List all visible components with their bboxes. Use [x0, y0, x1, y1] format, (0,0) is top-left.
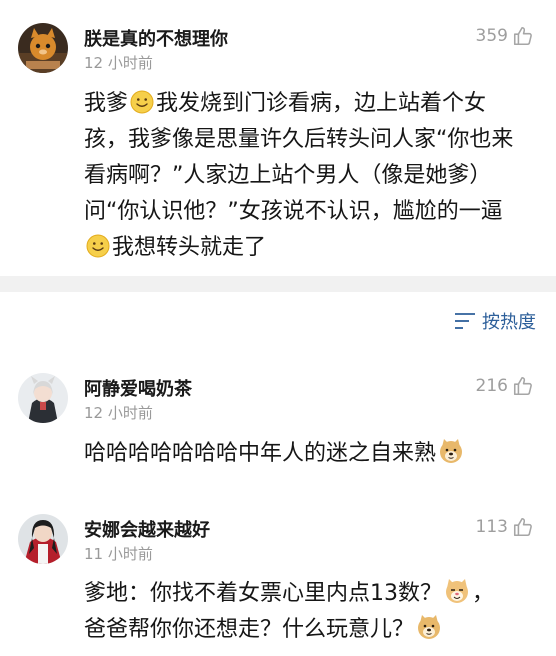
like-count: 359	[475, 26, 508, 46]
like-button[interactable]: 113	[476, 515, 534, 539]
reply-text: 爹地：你找不着女票心里内点13数？ ，爸爸帮你你还想走？什么玩意儿？	[84, 576, 534, 648]
username[interactable]: 阿静爱喝奶茶	[84, 375, 192, 401]
like-count: 216	[475, 376, 508, 396]
like-button[interactable]: 359	[476, 24, 534, 48]
reply-text-line: 爸爸帮你你还想走？什么玩意儿？	[84, 617, 415, 642]
comment-text: 我爹 我发烧到门诊看病，边上站着个女孩，我爹像是思量许久后转头问人家“你也来看病…	[84, 86, 530, 266]
timestamp: 11 小时前	[84, 545, 153, 563]
smile-emoji-icon	[130, 90, 154, 114]
smile-emoji-icon	[86, 234, 110, 258]
thumbs-up-icon[interactable]	[512, 375, 534, 397]
username[interactable]: 朕是真的不想理你	[84, 25, 228, 51]
section-divider	[0, 276, 556, 292]
like-count: 113	[475, 517, 508, 537]
comment-text-part: 我爹	[84, 91, 129, 116]
reply-text-content: 哈哈哈哈哈哈哈中年人的迷之自来熟	[84, 441, 437, 466]
cat-face-icon	[444, 578, 470, 604]
reply-text: 哈哈哈哈哈哈哈中年人的迷之自来熟	[84, 436, 534, 472]
comment-text-part: 我想转头就走了	[112, 235, 267, 260]
sort-lines-icon	[454, 312, 476, 330]
sort-by-heat-button[interactable]: 按热度	[454, 308, 536, 334]
timestamp: 12 小时前	[84, 54, 153, 72]
thumbs-up-icon[interactable]	[512, 516, 534, 538]
main-comment: 朕是真的不想理你 12 小时前 359 我爹 我发烧到门诊看病，边上站着个女孩，…	[0, 0, 556, 276]
like-button[interactable]: 216	[476, 374, 534, 398]
timestamp: 12 小时前	[84, 404, 153, 422]
doge-icon	[416, 614, 442, 640]
avatar[interactable]	[18, 373, 68, 423]
avatar[interactable]	[18, 514, 68, 564]
doge-icon	[438, 438, 464, 464]
username[interactable]: 安娜会越来越好	[84, 516, 210, 542]
sort-label: 按热度	[482, 312, 536, 333]
reply-text-line: 爹地：你找不着女票心里内点13数？	[84, 581, 442, 606]
thumbs-up-icon[interactable]	[512, 25, 534, 47]
avatar[interactable]	[18, 23, 68, 73]
